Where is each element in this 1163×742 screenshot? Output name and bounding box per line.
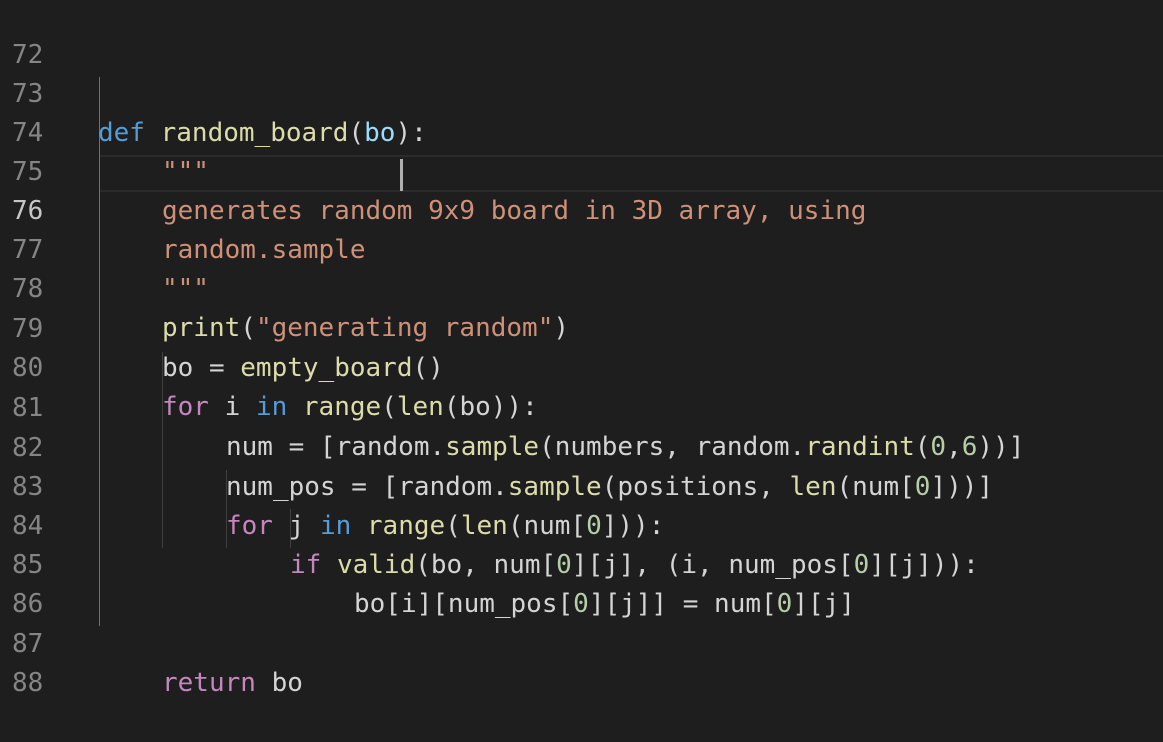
keyword-return: return: [162, 668, 256, 698]
code-line[interactable]: 86: [0, 546, 1163, 619]
code-line[interactable]: 73 def random_board(bo):: [0, 36, 1163, 148]
code-line[interactable]: 79 bo = empty_board(): [0, 271, 1163, 383]
code-line[interactable]: 84 if valid(bo, num[0][j], (i, num_pos[0…: [0, 468, 1163, 580]
code-line-active[interactable]: 76 random.sample: [0, 153, 1163, 265]
code-line[interactable]: 74 """: [0, 75, 1163, 187]
code-line[interactable]: 80 for i in range(len(bo)):: [0, 310, 1163, 422]
code-line[interactable]: 82 num_pos = [random.sample(positions, l…: [0, 390, 1163, 502]
code-line[interactable]: 85 bo[i][num_pos[0][j]] = num[0][j]: [0, 507, 1163, 619]
code-line[interactable]: 77 """: [0, 192, 1163, 304]
code-token: bo: [255, 668, 303, 698]
code-editor[interactable]: 72 73 def random_board(bo): 74 """ 75 ge…: [0, 0, 1163, 698]
text-cursor: [400, 159, 403, 191]
code-line[interactable]: 72: [0, 0, 1163, 70]
line-number: 88: [12, 668, 44, 698]
code-line[interactable]: 87 return bo: [0, 586, 1163, 698]
code-line[interactable]: 81 num = [random.sample(numbers, random.…: [0, 350, 1163, 462]
code-line[interactable]: 83 for j in range(len(num[0])):: [0, 429, 1163, 541]
code-line[interactable]: 78 print("generating random"): [0, 231, 1163, 343]
code-line[interactable]: 88: [0, 625, 1163, 698]
code-line[interactable]: 75 generates random 9x9 board in 3D arra…: [0, 114, 1163, 226]
line-code: return bo: [162, 664, 303, 703]
